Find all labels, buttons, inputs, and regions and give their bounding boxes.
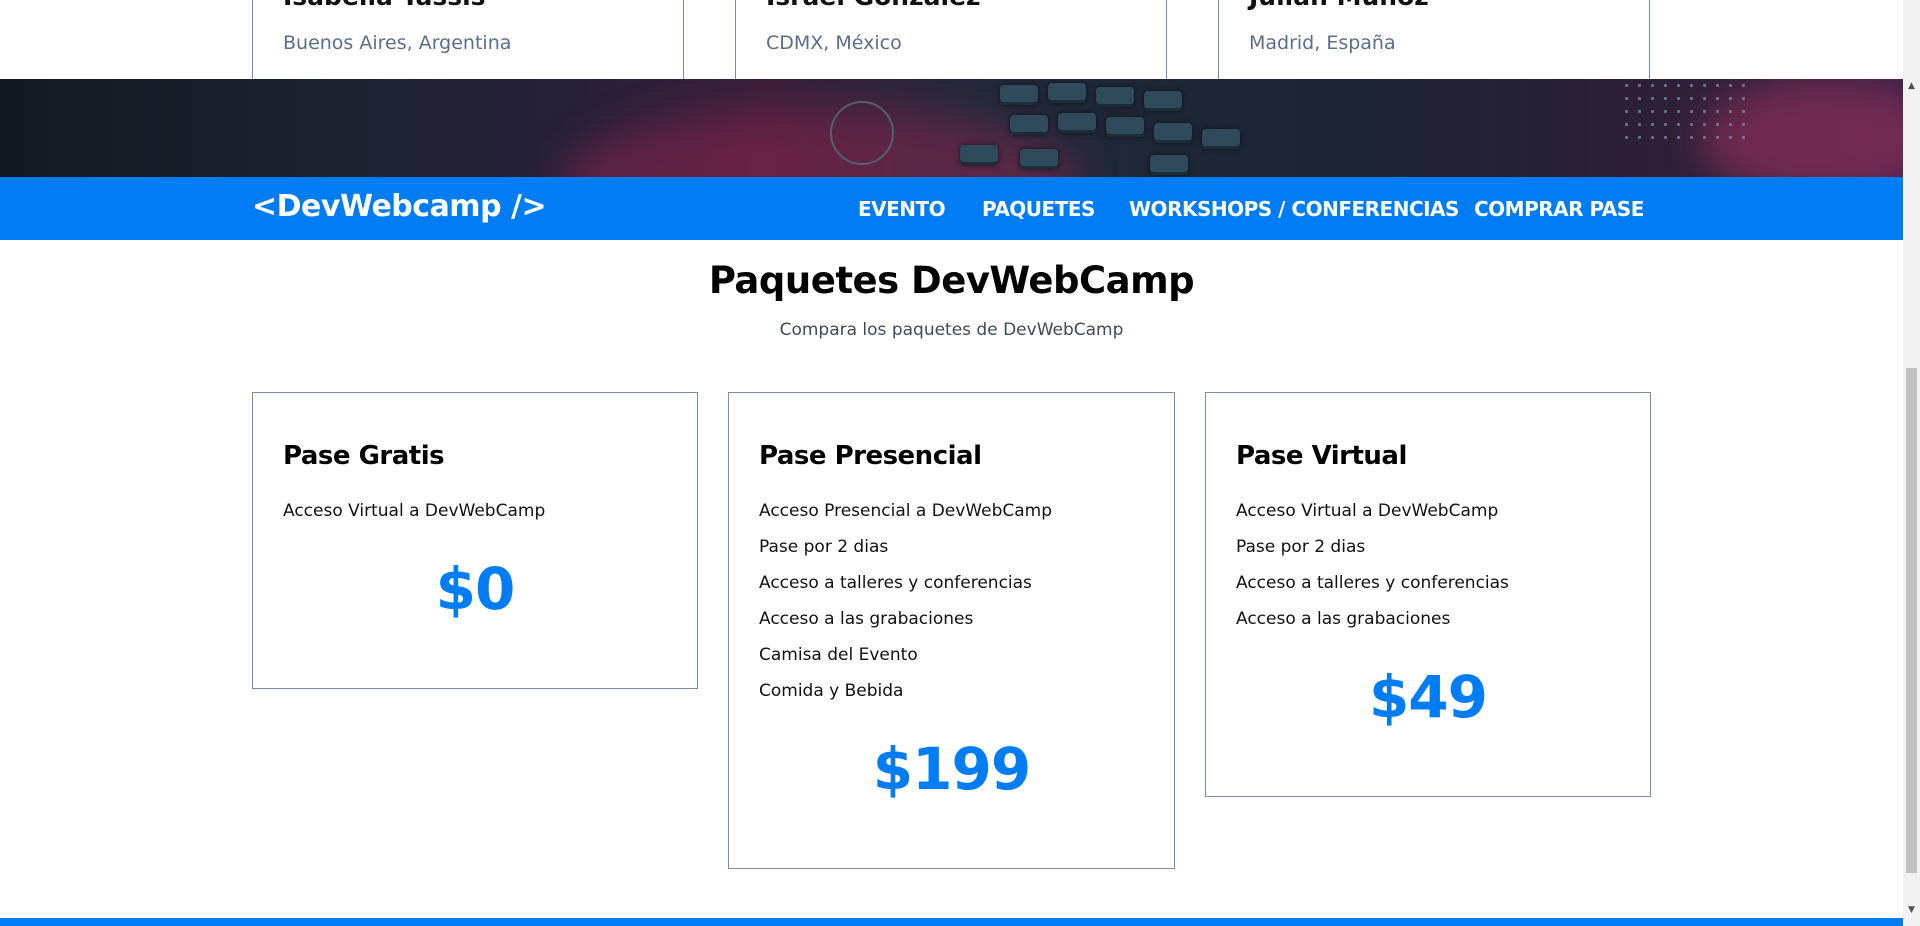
speakers-strip: Isabella Tassis Buenos Aires, Argentina … — [0, 0, 1903, 79]
package-feature: Acceso a las grabaciones — [1236, 609, 1451, 629]
keyboard-key-graphic — [1000, 85, 1038, 105]
package-features: Acceso Presencial a DevWebCamp Pase por … — [759, 499, 1052, 715]
package-title: Pase Gratis — [283, 441, 445, 471]
package-feature: Pase por 2 dias — [759, 537, 889, 557]
keyboard-key-graphic — [1096, 87, 1134, 107]
package-feature: Acceso Virtual a DevWebCamp — [1236, 501, 1499, 521]
keyboard-key-graphic — [1058, 113, 1096, 133]
main-navbar: <DevWebcamp /> EVENTO PAQUETES WORKSHOPS… — [0, 177, 1903, 240]
package-title: Pase Presencial — [759, 441, 982, 471]
keyboard-key-graphic — [1010, 115, 1048, 135]
scrollbar-thumb[interactable] — [1906, 368, 1917, 873]
speaker-card: Julián Muñoz Madrid, España — [1218, 0, 1650, 79]
keyboard-key-graphic — [1154, 123, 1192, 143]
speaker-location: CDMX, México — [766, 32, 902, 54]
package-feature: Camisa del Evento — [759, 645, 918, 665]
nav-link-paquetes[interactable]: PAQUETES — [982, 197, 1095, 221]
speaker-location: Madrid, España — [1249, 32, 1396, 54]
keyboard-key-graphic — [1106, 117, 1144, 137]
keyboard-key-graphic — [1202, 129, 1240, 149]
site-logo[interactable]: <DevWebcamp /> — [252, 189, 547, 224]
package-title: Pase Virtual — [1236, 441, 1407, 471]
nav-link-workshops[interactable]: WORKSHOPS / CONFERENCIAS — [1129, 197, 1459, 221]
package-feature: Acceso a talleres y conferencias — [759, 573, 1032, 593]
vertical-scrollbar[interactable]: ▲ ▼ — [1903, 0, 1920, 926]
keyboard-key-graphic — [960, 145, 998, 165]
package-price: $199 — [872, 735, 1031, 803]
speaker-name: Isabella Tassis — [283, 0, 486, 11]
scroll-down-arrow-icon[interactable]: ▼ — [1903, 902, 1920, 919]
package-card-gratis: Pase Gratis Acceso Virtual a DevWebCamp … — [252, 392, 698, 689]
package-price: $0 — [435, 555, 516, 623]
package-card-virtual: Pase Virtual Acceso Virtual a DevWebCamp… — [1205, 392, 1651, 797]
dot-pattern-decoration — [1620, 79, 1750, 149]
speaker-location: Buenos Aires, Argentina — [283, 32, 512, 54]
package-feature: Pase por 2 dias — [1236, 537, 1366, 557]
scroll-up-arrow-icon[interactable]: ▲ — [1903, 78, 1920, 95]
hero-glow — [560, 109, 1080, 177]
package-price: $49 — [1368, 663, 1488, 731]
package-features: Acceso Virtual a DevWebCamp Pase por 2 d… — [1236, 499, 1509, 643]
speaker-name: Israel González — [766, 0, 981, 11]
package-feature: Acceso Virtual a DevWebCamp — [283, 501, 546, 521]
package-feature: Acceso a talleres y conferencias — [1236, 573, 1509, 593]
footer-top-edge — [0, 918, 1903, 926]
package-card-presencial: Pase Presencial Acceso Presencial a DevW… — [728, 392, 1175, 869]
package-feature: Acceso a las grabaciones — [759, 609, 974, 629]
package-feature: Comida y Bebida — [759, 681, 904, 701]
nav-link-evento[interactable]: EVENTO — [858, 197, 946, 221]
keyboard-knob-graphic — [830, 101, 894, 165]
speaker-card: Isabella Tassis Buenos Aires, Argentina — [252, 0, 684, 79]
nav-link-comprar-pase[interactable]: COMPRAR PASE — [1474, 197, 1644, 221]
speaker-card: Israel González CDMX, México — [735, 0, 1167, 79]
section-title: Paquetes DevWebCamp — [708, 259, 1195, 302]
keyboard-key-graphic — [1144, 91, 1182, 111]
keyboard-key-graphic — [1048, 83, 1086, 103]
section-subtitle: Compara los paquetes de DevWebCamp — [779, 320, 1124, 340]
keyboard-key-graphic — [1020, 149, 1058, 169]
package-features: Acceso Virtual a DevWebCamp — [283, 499, 545, 535]
speaker-name: Julián Muñoz — [1249, 0, 1429, 11]
hero-background-image — [0, 79, 1903, 177]
keyboard-key-graphic — [1150, 155, 1188, 175]
package-feature: Acceso Presencial a DevWebCamp — [759, 501, 1053, 521]
